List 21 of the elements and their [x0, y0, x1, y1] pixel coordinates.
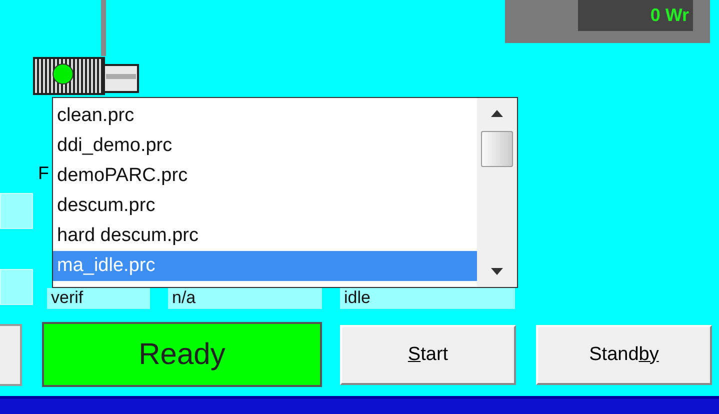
list-item[interactable]: descum.prc: [53, 191, 477, 221]
list-item[interactable]: clean.prc: [53, 101, 477, 131]
scroll-up-icon[interactable]: [491, 110, 503, 117]
scrollbar[interactable]: [477, 98, 517, 287]
standby-button[interactable]: Standby: [536, 324, 712, 384]
list-item[interactable]: hard descum.prc: [53, 221, 477, 251]
support-rod: [101, 0, 106, 56]
list-item[interactable]: demoPARC.prc: [53, 161, 477, 191]
input-field[interactable]: [0, 193, 33, 229]
power-readout: 0 Wr: [578, 0, 693, 31]
status-indicator: Ready: [42, 322, 322, 387]
status-field: idle: [340, 288, 515, 309]
scroll-down-icon[interactable]: [491, 268, 503, 275]
field-label: F: [38, 163, 49, 184]
button[interactable]: [0, 324, 22, 386]
status-field: verif: [47, 288, 150, 309]
input-field[interactable]: [0, 269, 33, 305]
list-item[interactable]: ddi_demo.prc: [53, 131, 477, 161]
status-field: n/a: [168, 288, 322, 309]
scroll-thumb[interactable]: [481, 131, 513, 167]
start-button[interactable]: Start: [340, 324, 516, 384]
